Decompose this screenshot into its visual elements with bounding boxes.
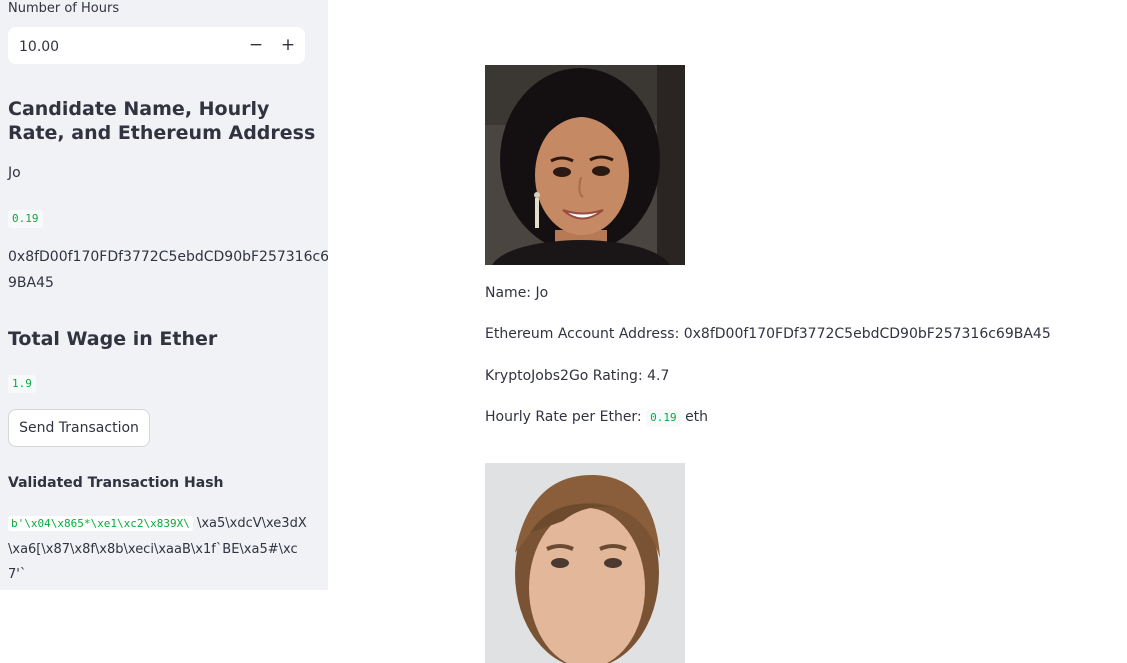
- hash-heading: Validated Transaction Hash: [8, 475, 224, 491]
- candidate-photo-second: [485, 463, 685, 663]
- rate-value-code: 0.19: [646, 409, 681, 427]
- candidate-rate-row: Hourly Rate per Ether: 0.19 eth: [485, 409, 708, 427]
- candidate-rating-text: KryptoJobs2Go Rating: 4.7: [485, 368, 670, 384]
- total-wage-heading: Total Wage in Ether: [8, 328, 218, 350]
- candidate-photo-jo: [485, 65, 685, 265]
- sidebar: Number of Hours − + Candidate Name, Hour…: [0, 0, 328, 590]
- hash-code: b'\x04\x865*\xe1\xc2\x839X\: [8, 516, 193, 531]
- candidate-name-text: Name: Jo: [485, 285, 549, 301]
- total-wage-value: 1.9: [8, 372, 36, 393]
- hours-label: Number of Hours: [8, 1, 120, 16]
- minus-icon: −: [248, 35, 264, 55]
- transaction-hash: b'\x04\x865*\xe1\xc2\x839X\ \xa5\xdcV\xe…: [8, 511, 308, 588]
- decrement-button[interactable]: −: [241, 30, 271, 61]
- hourly-rate-code: 0.19: [8, 210, 43, 228]
- rate-suffix: eth: [685, 409, 709, 425]
- candidate-address-line-2: 9BA45: [8, 275, 54, 291]
- total-wage-code: 1.9: [8, 375, 36, 393]
- candidate-address-line-1: 0x8fD00f170FDf3772C5ebdCD90bF257316c6: [8, 249, 328, 265]
- send-transaction-button[interactable]: Send Transaction: [8, 409, 150, 447]
- candidate-photo: [485, 463, 685, 663]
- candidate-heading: Candidate Name, Hourly Rate, and Ethereu…: [8, 98, 316, 144]
- hours-input[interactable]: [17, 27, 221, 66]
- hours-number-input: − +: [8, 27, 305, 66]
- increment-button[interactable]: +: [273, 30, 303, 61]
- candidate-photo: [485, 65, 685, 265]
- candidate-name: Jo: [8, 165, 21, 181]
- candidate-address-text: Ethereum Account Address: 0x8fD00f170FDf…: [485, 326, 1051, 342]
- main-content: Name: Jo Ethereum Account Address: 0x8fD…: [328, 0, 1127, 663]
- plus-icon: +: [280, 35, 296, 55]
- hourly-rate-value: 0.19: [8, 207, 43, 228]
- rate-prefix: Hourly Rate per Ether:: [485, 409, 647, 425]
